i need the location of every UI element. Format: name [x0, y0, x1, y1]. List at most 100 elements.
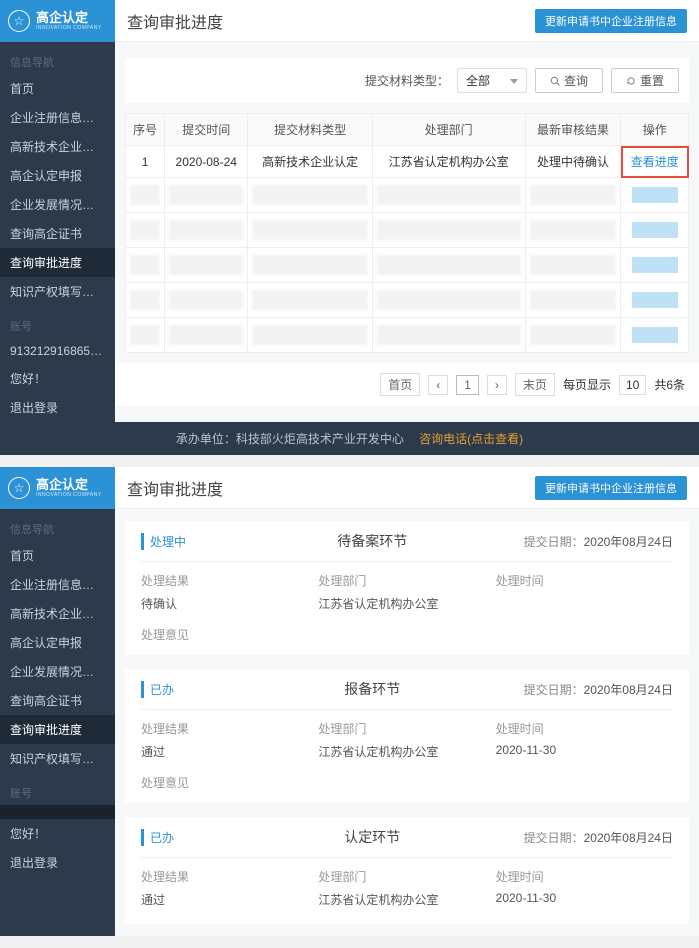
view-progress-link[interactable]: 查看进度 [631, 155, 679, 169]
account-heading: 账号 [0, 314, 115, 338]
account-number-redacted [0, 805, 115, 819]
table-row [126, 318, 689, 353]
greeting: 您好！ [0, 364, 115, 393]
logo-cn: 高企认定 [36, 478, 102, 491]
logout-link[interactable]: 退出登录 [0, 393, 115, 422]
total-count: 共6条 [654, 376, 685, 393]
card-field-label: 处理时间 [496, 868, 673, 885]
search-icon [550, 76, 560, 86]
logo-en: INNOVATION COMPANY [36, 493, 102, 498]
card-field-label: 处理部门 [318, 720, 495, 737]
filter-bar: 提交材料类型： 全部 查询 重置 [125, 58, 689, 103]
table-header: 序号 [126, 114, 165, 146]
sidebar-item[interactable]: 首页 [0, 74, 115, 103]
table-row: 12020-08-24高新技术企业认定江苏省认定机构办公室处理中待确认查看进度 [126, 146, 689, 178]
card-field-value: 2020-11-30 [496, 891, 673, 905]
card-field-value [496, 595, 673, 609]
card-title: 待备案环节 [221, 531, 524, 551]
table-row [126, 248, 689, 283]
logo: ☆ 高企认定 INNOVATION COMPANY [0, 0, 115, 42]
card-field-value: 江苏省认定机构办公室 [318, 891, 495, 908]
card-title: 认定环节 [221, 827, 524, 847]
account-heading: 账号 [0, 781, 115, 805]
update-info-button[interactable]: 更新申请书中企业注册信息 [535, 9, 687, 33]
material-type-select[interactable]: 全部 [457, 68, 527, 93]
progress-card: 处理中待备案环节提交日期：2020年08月24日处理结果待确认处理部门江苏省认定… [125, 521, 689, 655]
page-title: 查询审批进度 [127, 9, 223, 33]
page-current[interactable]: 1 [456, 375, 479, 395]
sidebar-heading: 信息导航 [0, 48, 115, 74]
reset-icon [626, 76, 636, 86]
card-field-label: 处理结果 [141, 572, 318, 589]
per-page-label: 每页显示 [563, 376, 611, 393]
table-header: 提交时间 [165, 114, 248, 146]
progress-card: 已办报备环节提交日期：2020年08月24日处理结果通过处理部门江苏省认定机构办… [125, 669, 689, 803]
sidebar: 信息导航 首页企业注册信息管理高新技术企业更名高企认定申报企业发展情况报表（年报… [0, 509, 115, 936]
card-date: 提交日期：2020年08月24日 [524, 829, 673, 846]
update-info-button[interactable]: 更新申请书中企业注册信息 [535, 476, 687, 500]
sidebar-item[interactable]: 知识产权填写权申诉 [0, 744, 115, 773]
card-status: 处理中 [141, 533, 221, 550]
card-opinion-label: 处理意见 [141, 774, 673, 791]
logout-link[interactable]: 退出登录 [0, 848, 115, 877]
sidebar-item[interactable]: 高企认定申报 [0, 628, 115, 657]
card-field-label: 处理部门 [318, 572, 495, 589]
logo-en: INNOVATION COMPANY [36, 26, 102, 31]
card-field-label: 处理结果 [141, 720, 318, 737]
card-opinion-label: 处理意见 [141, 626, 673, 643]
per-page-select[interactable]: 10 [619, 375, 646, 395]
filter-label: 提交材料类型： [365, 72, 449, 89]
logo-icon: ☆ [8, 10, 30, 32]
card-field-value: 通过 [141, 891, 318, 908]
footer-hotline[interactable]: 咨询电话(点击查看) [419, 432, 523, 446]
page-title: 查询审批进度 [127, 476, 223, 500]
card-field-value: 2020-11-30 [496, 743, 673, 757]
sidebar-item[interactable]: 查询高企证书 [0, 219, 115, 248]
progress-card: 已办认定环节提交日期：2020年08月24日处理结果通过处理部门江苏省认定机构办… [125, 817, 689, 924]
page-prev[interactable]: ‹ [428, 375, 448, 395]
sidebar-item[interactable]: 知识产权填写权申诉 [0, 277, 115, 306]
page-next[interactable]: › [487, 375, 507, 395]
sidebar-item[interactable]: 查询审批进度 [0, 248, 115, 277]
greeting: 您好！ [0, 819, 115, 848]
table-header: 最新审核结果 [525, 114, 621, 146]
search-button[interactable]: 查询 [535, 68, 603, 93]
sidebar: 信息导航 首页企业注册信息管理高新技术企业更名高企认定申报企业发展情况报表（年报… [0, 42, 115, 422]
progress-table: 序号提交时间提交材料类型处理部门最新审核结果操作 12020-08-24高新技术… [125, 113, 689, 353]
logo-icon: ☆ [8, 477, 30, 499]
sidebar-item[interactable]: 查询高企证书 [0, 686, 115, 715]
logo: ☆ 高企认定 INNOVATION COMPANY [0, 467, 115, 509]
page-last[interactable]: 末页 [515, 373, 555, 396]
sidebar-item[interactable]: 高企认定申报 [0, 161, 115, 190]
card-title: 报备环节 [221, 679, 524, 699]
sidebar-item[interactable]: 企业发展情况报表（年报） [0, 190, 115, 219]
card-field-value: 待确认 [141, 595, 318, 612]
footer: 承办单位：科技部火炬高技术产业开发中心 咨询电话(点击查看) [0, 422, 699, 455]
reset-label: 重置 [640, 72, 664, 89]
footer-main: 承办单位：科技部火炬高技术产业开发中心 [176, 432, 404, 446]
card-field-label: 处理部门 [318, 868, 495, 885]
table-header: 操作 [621, 114, 689, 146]
logo-cn: 高企认定 [36, 11, 102, 24]
table-row [126, 283, 689, 318]
reset-button[interactable]: 重置 [611, 68, 679, 93]
card-field-value: 江苏省认定机构办公室 [318, 595, 495, 612]
account-number: 91321291686587968R [0, 338, 115, 364]
sidebar-item[interactable]: 企业注册信息管理 [0, 570, 115, 599]
sidebar-item[interactable]: 高新技术企业更名 [0, 132, 115, 161]
page-first[interactable]: 首页 [380, 373, 420, 396]
sidebar-item[interactable]: 查询审批进度 [0, 715, 115, 744]
sidebar-item[interactable]: 首页 [0, 541, 115, 570]
card-date: 提交日期：2020年08月24日 [524, 681, 673, 698]
card-field-value: 通过 [141, 743, 318, 760]
card-status: 已办 [141, 829, 221, 846]
card-date: 提交日期：2020年08月24日 [524, 533, 673, 550]
table-row [126, 213, 689, 248]
sidebar-item[interactable]: 高新技术企业更名 [0, 599, 115, 628]
sidebar-item[interactable]: 企业注册信息管理 [0, 103, 115, 132]
search-label: 查询 [564, 72, 588, 89]
card-field-label: 处理结果 [141, 868, 318, 885]
table-header: 提交材料类型 [248, 114, 372, 146]
table-row [126, 178, 689, 213]
sidebar-item[interactable]: 企业发展情况报表（年报） [0, 657, 115, 686]
